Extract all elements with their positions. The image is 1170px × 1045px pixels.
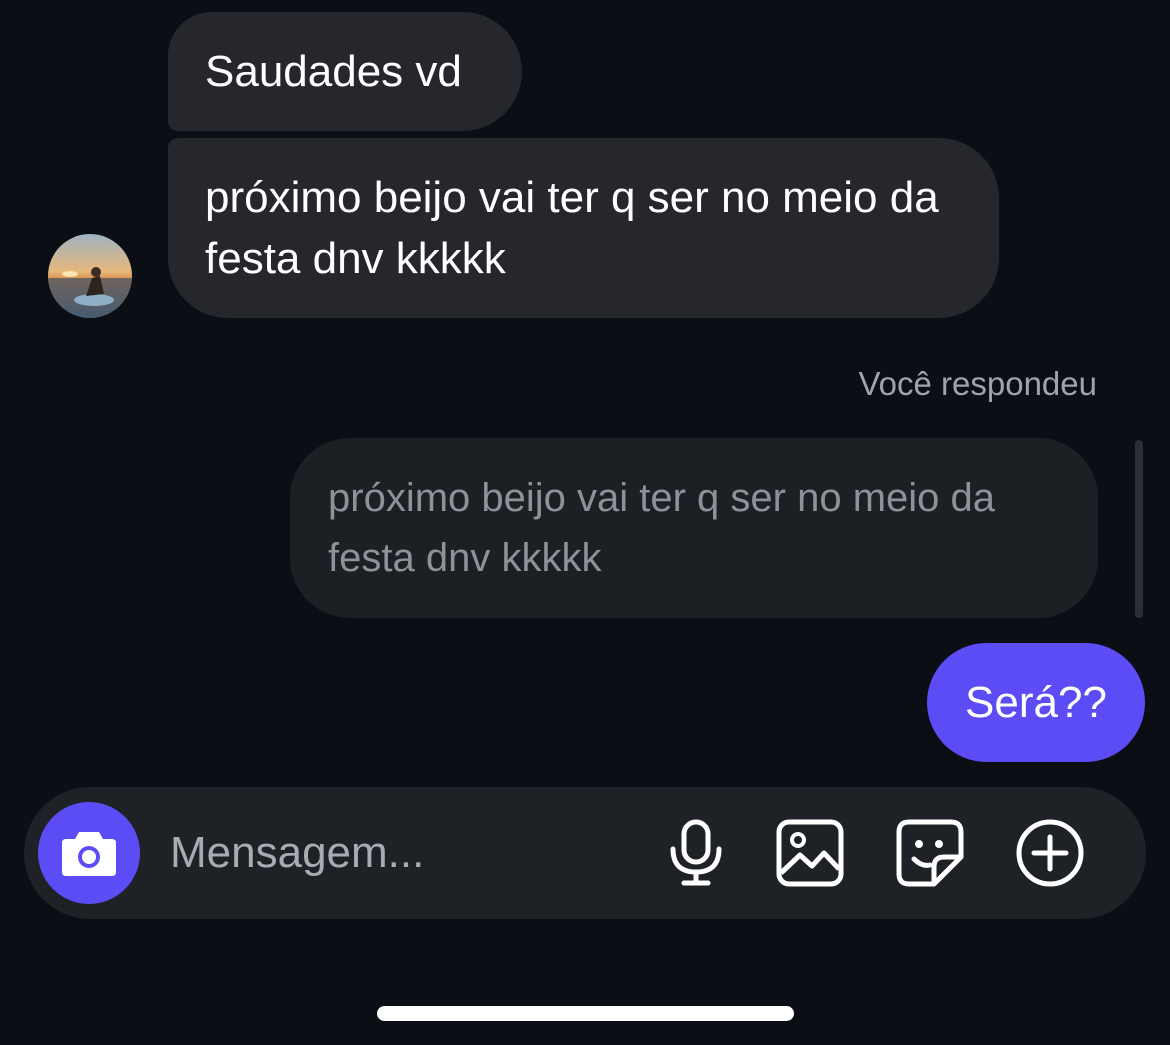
home-indicator[interactable]	[377, 1006, 794, 1021]
message-input[interactable]	[170, 815, 640, 891]
scroll-indicator[interactable]	[1135, 440, 1143, 618]
camera-button[interactable]	[38, 802, 140, 904]
message-text: Saudades vd	[205, 47, 462, 96]
quoted-message-text: próximo beijo vai ter q ser no meio da f…	[328, 476, 995, 580]
message-composer	[24, 787, 1146, 919]
received-message-2[interactable]: próximo beijo vai ter q ser no meio da f…	[168, 138, 999, 318]
sent-message[interactable]: Será??	[927, 643, 1145, 762]
message-text: Será??	[965, 678, 1107, 727]
sticker-button[interactable]	[894, 817, 966, 889]
avatar-photo	[48, 234, 132, 318]
reply-label: Você respondeu	[858, 365, 1097, 402]
add-icon	[1016, 819, 1084, 887]
camera-icon	[62, 832, 116, 876]
gallery-button[interactable]	[774, 817, 846, 889]
quoted-message[interactable]: próximo beijo vai ter q ser no meio da f…	[290, 438, 1098, 618]
sticker-icon	[896, 819, 964, 887]
contact-avatar[interactable]	[48, 234, 132, 318]
message-text: próximo beijo vai ter q ser no meio da f…	[205, 173, 939, 283]
microphone-icon	[670, 819, 722, 886]
received-message-1[interactable]: Saudades vd	[168, 12, 522, 131]
gallery-icon	[776, 819, 844, 887]
add-button[interactable]	[1014, 817, 1086, 889]
microphone-button[interactable]	[660, 817, 732, 889]
